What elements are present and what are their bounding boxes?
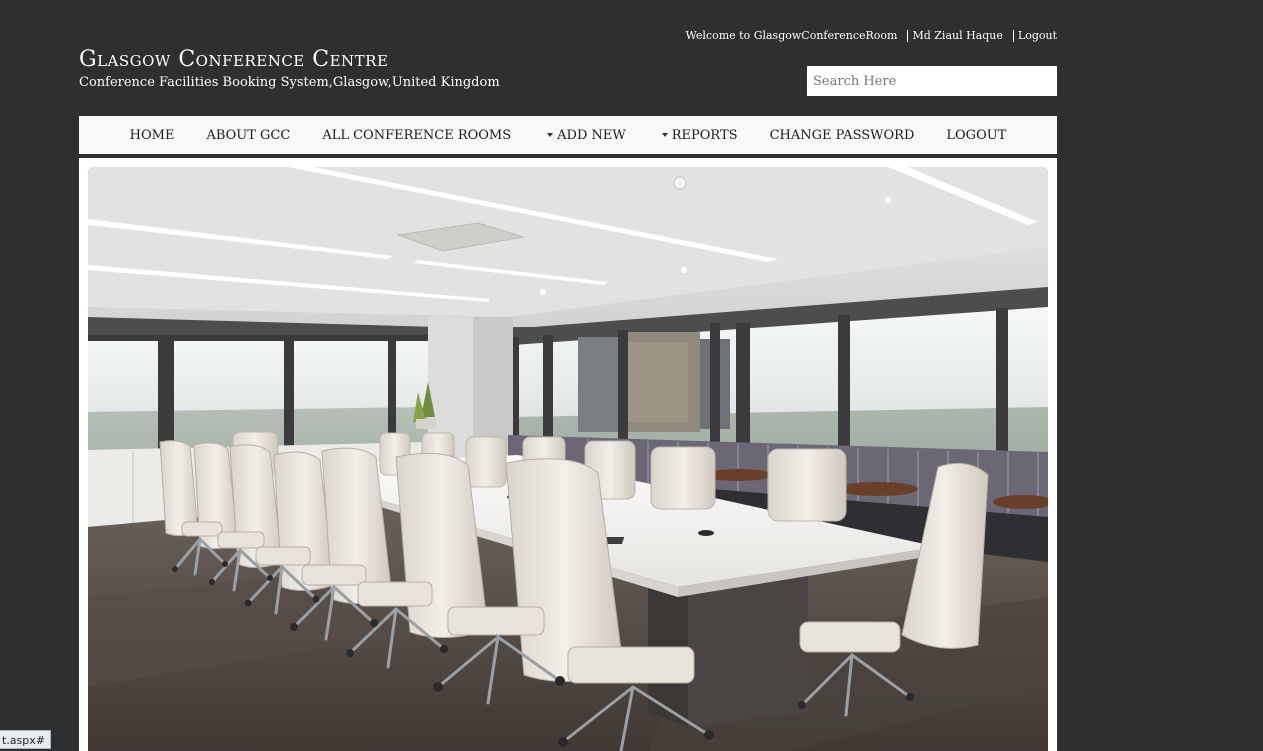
nav-item-logout[interactable]: LOGOUT (930, 128, 1022, 143)
nav-item-all-rooms[interactable]: ALL CONFERENCE ROOMS (306, 128, 527, 143)
welcome-text: Welcome to GlasgowConferenceRoom (685, 29, 898, 42)
browser-status-bar: t.aspx# (0, 730, 51, 749)
divider (907, 29, 909, 42)
nav-item-label: ADD NEW (557, 127, 626, 143)
caret-down-icon (547, 133, 554, 137)
nav-item-label: REPORTS (671, 127, 738, 143)
user-name-link[interactable]: Md Ziaul Haque (912, 29, 1002, 42)
brand: Glasgow Conference Centre Conference Fac… (79, 45, 500, 91)
search-input[interactable] (807, 66, 1057, 96)
top-logout-link[interactable]: Logout (1018, 29, 1057, 42)
page: Welcome to GlasgowConferenceRoom Md Ziau… (0, 0, 1263, 751)
nav-item-change-password[interactable]: CHANGE PASSWORD (754, 128, 931, 143)
nav-item-reports[interactable]: REPORTS (646, 128, 754, 143)
nav-item-label: HOME (129, 127, 175, 143)
main-navbar: HOME ABOUT GCC ALL CONFERENCE ROOMS ADD … (79, 116, 1057, 156)
nav-item-label: ABOUT GCC (206, 127, 291, 143)
conference-room-illustration (88, 167, 1048, 751)
nav-item-home[interactable]: HOME (114, 128, 191, 143)
nav-item-label: LOGOUT (946, 127, 1007, 143)
site-title: Glasgow Conference Centre (79, 47, 389, 72)
nav-item-label: ALL CONFERENCE ROOMS (322, 127, 512, 143)
nav-item-about[interactable]: ABOUT GCC (190, 128, 306, 143)
top-links: Welcome to GlasgowConferenceRoom Md Ziau… (686, 29, 1058, 42)
conference-room-image (88, 167, 1048, 751)
content-panel (79, 158, 1057, 751)
divider (1012, 29, 1014, 42)
caret-down-icon (661, 133, 668, 137)
nav-item-label: CHANGE PASSWORD (769, 127, 915, 143)
site-subtitle: Conference Facilities Booking System,Gla… (79, 75, 500, 90)
nav-item-add-new[interactable]: ADD NEW (531, 128, 642, 143)
